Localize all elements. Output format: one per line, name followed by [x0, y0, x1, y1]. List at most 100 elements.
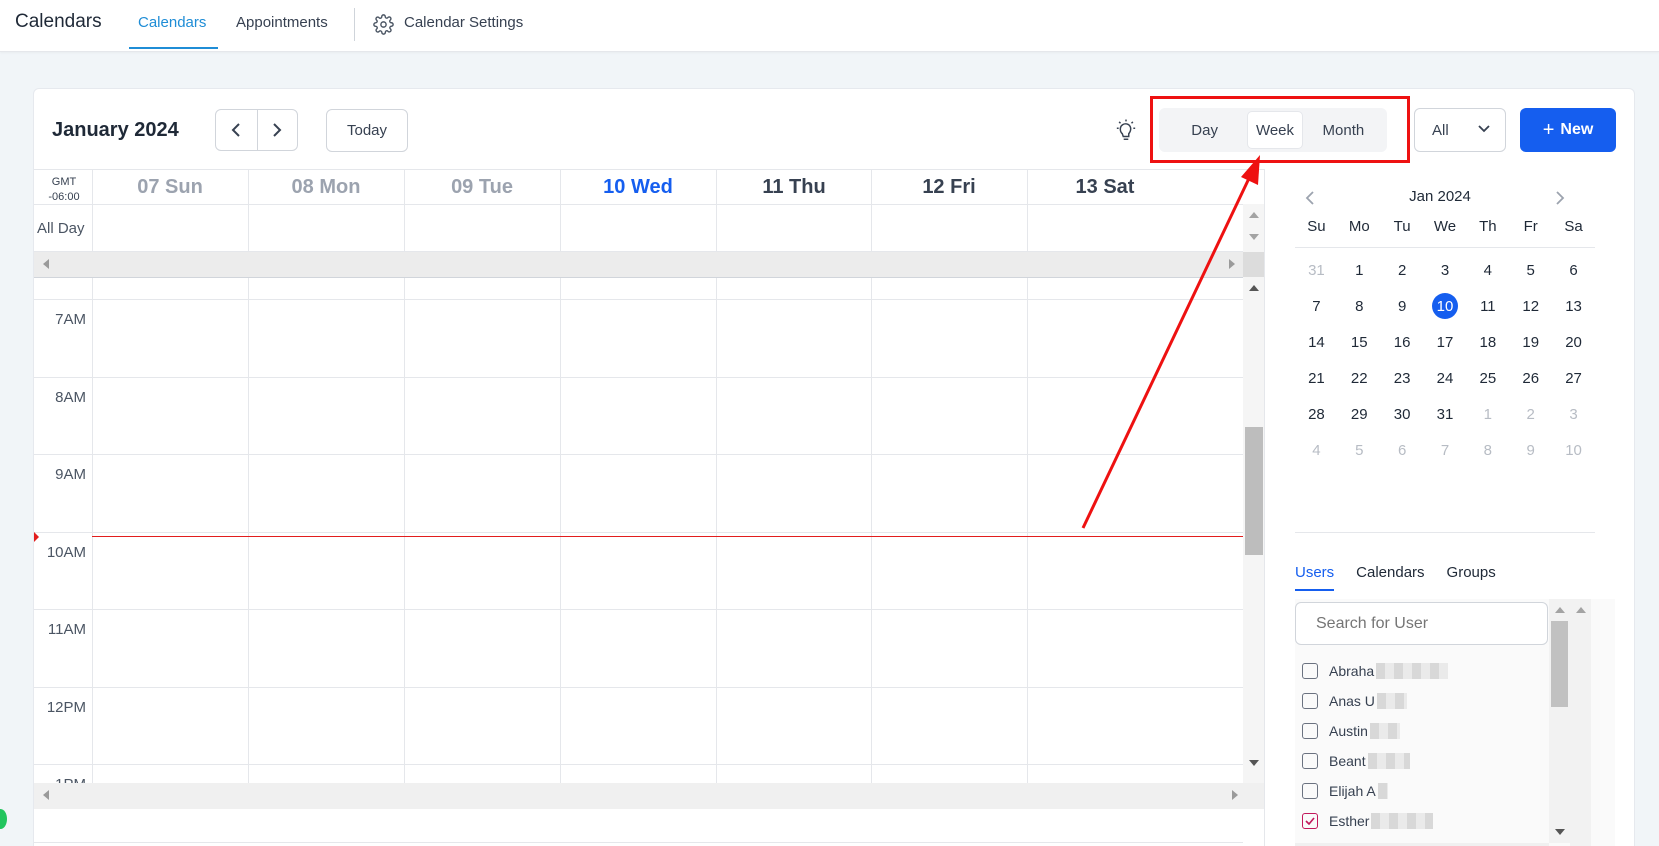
scroll-left-arrow-icon[interactable]	[43, 790, 49, 800]
scroll-up-arrow-icon[interactable]	[1555, 607, 1565, 613]
mini-calendar-day[interactable]: 18	[1466, 324, 1509, 360]
mini-calendar-day[interactable]: 7	[1424, 432, 1467, 468]
scroll-up-arrow-icon[interactable]	[1576, 607, 1586, 613]
all-day-horizontal-scrollbar[interactable]	[34, 252, 1243, 277]
mini-calendar-day[interactable]: 24	[1424, 360, 1467, 396]
mini-calendar-day[interactable]: 8	[1466, 432, 1509, 468]
mini-calendar-day[interactable]: 30	[1381, 396, 1424, 432]
user-list-item[interactable]: Abraha	[1295, 656, 1551, 686]
mini-calendar-day[interactable]: 1	[1466, 396, 1509, 432]
mini-calendar-day[interactable]: 25	[1466, 360, 1509, 396]
mini-calendar-day[interactable]: 7	[1295, 288, 1338, 324]
mini-calendar-next-icon[interactable]	[1555, 190, 1565, 206]
mini-calendar-day[interactable]: 8	[1338, 288, 1381, 324]
mini-calendar-day[interactable]: 2	[1509, 396, 1552, 432]
mini-calendar-day[interactable]: 17	[1424, 324, 1467, 360]
lightbulb-icon[interactable]	[1115, 119, 1137, 143]
day-header[interactable]: 12 Fri	[871, 176, 1027, 199]
mini-calendar-day[interactable]: 1	[1338, 252, 1381, 288]
day-header[interactable]: 11 Thu	[716, 176, 872, 199]
mini-calendar-day[interactable]: 6	[1381, 432, 1424, 468]
mini-calendar-day[interactable]: 29	[1338, 396, 1381, 432]
mini-calendar-day[interactable]: 6	[1552, 252, 1595, 288]
mini-calendar-day[interactable]: 31	[1295, 252, 1338, 288]
user-checkbox-checked[interactable]	[1302, 813, 1318, 829]
calendar-filter-select[interactable]: All	[1414, 108, 1506, 152]
user-list-item[interactable]: Beant	[1295, 746, 1551, 776]
redacted-text	[1371, 813, 1434, 829]
day-header[interactable]: 10 Wed	[560, 176, 716, 199]
tab-groups[interactable]: Groups	[1447, 564, 1496, 591]
mini-calendar-prev-icon[interactable]	[1305, 190, 1315, 206]
tab-calendars[interactable]: Calendars	[1356, 564, 1424, 591]
user-list-item[interactable]: Esther	[1295, 806, 1551, 836]
mini-calendar-day[interactable]: 21	[1295, 360, 1338, 396]
scroll-down-arrow-icon[interactable]	[1249, 760, 1259, 766]
day-header[interactable]: 13 Sat	[1027, 176, 1183, 199]
tab-users[interactable]: Users	[1295, 564, 1335, 591]
scroll-right-arrow-icon[interactable]	[1229, 259, 1235, 269]
day-header[interactable]: 08 Mon	[248, 176, 404, 199]
today-button[interactable]: Today	[326, 109, 408, 152]
mini-calendar-day[interactable]: 3	[1552, 396, 1595, 432]
scroll-up-arrow-icon[interactable]	[1249, 212, 1259, 218]
tab-calendar-settings[interactable]: Calendar Settings	[404, 14, 523, 31]
user-list-item[interactable]: Anas U	[1295, 686, 1551, 716]
mini-calendar-day[interactable]: 14	[1295, 324, 1338, 360]
mini-calendar-day[interactable]: 5	[1338, 432, 1381, 468]
scrollbar-thumb[interactable]	[1245, 427, 1263, 555]
mini-calendar-day[interactable]: 4	[1295, 432, 1338, 468]
day-header[interactable]: 09 Tue	[404, 176, 560, 199]
mini-calendar-day[interactable]: 13	[1552, 288, 1595, 324]
new-button[interactable]: + New	[1520, 108, 1616, 152]
panel-vertical-scrollbar[interactable]	[1570, 599, 1591, 846]
mini-calendar-day[interactable]: 9	[1381, 288, 1424, 324]
tab-appointments[interactable]: Appointments	[236, 14, 328, 31]
mini-calendar-day[interactable]: 19	[1509, 324, 1552, 360]
mini-calendar-day[interactable]: 11	[1466, 288, 1509, 324]
mini-calendar-day[interactable]: 5	[1509, 252, 1552, 288]
time-grid-vertical-scrollbar[interactable]	[1243, 277, 1264, 783]
prev-week-button[interactable]	[216, 110, 257, 150]
search-user-input[interactable]	[1295, 602, 1548, 645]
mini-calendar-day[interactable]: 16	[1381, 324, 1424, 360]
view-day-button[interactable]: Day	[1162, 111, 1247, 149]
mini-calendar-day[interactable]: 20	[1552, 324, 1595, 360]
mini-calendar-day[interactable]: 22	[1338, 360, 1381, 396]
mini-calendar-day-selected[interactable]: 10	[1424, 288, 1467, 324]
time-grid-horizontal-scrollbar[interactable]	[34, 783, 1264, 809]
mini-calendar-day[interactable]: 4	[1466, 252, 1509, 288]
user-list-vertical-scrollbar[interactable]	[1549, 599, 1570, 843]
user-checkbox[interactable]	[1302, 723, 1318, 739]
tab-calendars[interactable]: Calendars	[138, 14, 206, 31]
scroll-down-arrow-icon[interactable]	[1249, 234, 1259, 240]
mini-calendar-day[interactable]: 27	[1552, 360, 1595, 396]
mini-calendar-day[interactable]: 10	[1552, 432, 1595, 468]
user-checkbox[interactable]	[1302, 783, 1318, 799]
scroll-left-arrow-icon[interactable]	[43, 259, 49, 269]
user-list-item[interactable]: Austin	[1295, 716, 1551, 746]
scroll-right-arrow-icon[interactable]	[1232, 790, 1238, 800]
day-header[interactable]: 07 Sun	[92, 176, 248, 199]
user-checkbox[interactable]	[1302, 693, 1318, 709]
next-week-button[interactable]	[256, 110, 298, 150]
mini-calendar-day[interactable]: 28	[1295, 396, 1338, 432]
gear-icon[interactable]	[373, 14, 394, 35]
user-list-item[interactable]: Elijah A	[1295, 776, 1551, 806]
mini-calendar-day[interactable]: 15	[1338, 324, 1381, 360]
user-checkbox[interactable]	[1302, 753, 1318, 769]
view-week-button[interactable]: Week	[1247, 111, 1303, 149]
mini-calendar-day[interactable]: 31	[1424, 396, 1467, 432]
user-checkbox[interactable]	[1302, 663, 1318, 679]
mini-calendar-day[interactable]: 26	[1509, 360, 1552, 396]
mini-calendar-day[interactable]: 12	[1509, 288, 1552, 324]
mini-calendar-day[interactable]: 23	[1381, 360, 1424, 396]
scroll-up-arrow-icon[interactable]	[1249, 285, 1259, 291]
view-month-button[interactable]: Month	[1303, 111, 1384, 149]
scroll-down-arrow-icon[interactable]	[1555, 829, 1565, 835]
mini-calendar-day[interactable]: 3	[1424, 252, 1467, 288]
mini-calendar-day[interactable]: 9	[1509, 432, 1552, 468]
mini-calendar-day[interactable]: 2	[1381, 252, 1424, 288]
all-day-vertical-scrollbar[interactable]	[1243, 204, 1264, 277]
scrollbar-thumb[interactable]	[1551, 621, 1568, 707]
